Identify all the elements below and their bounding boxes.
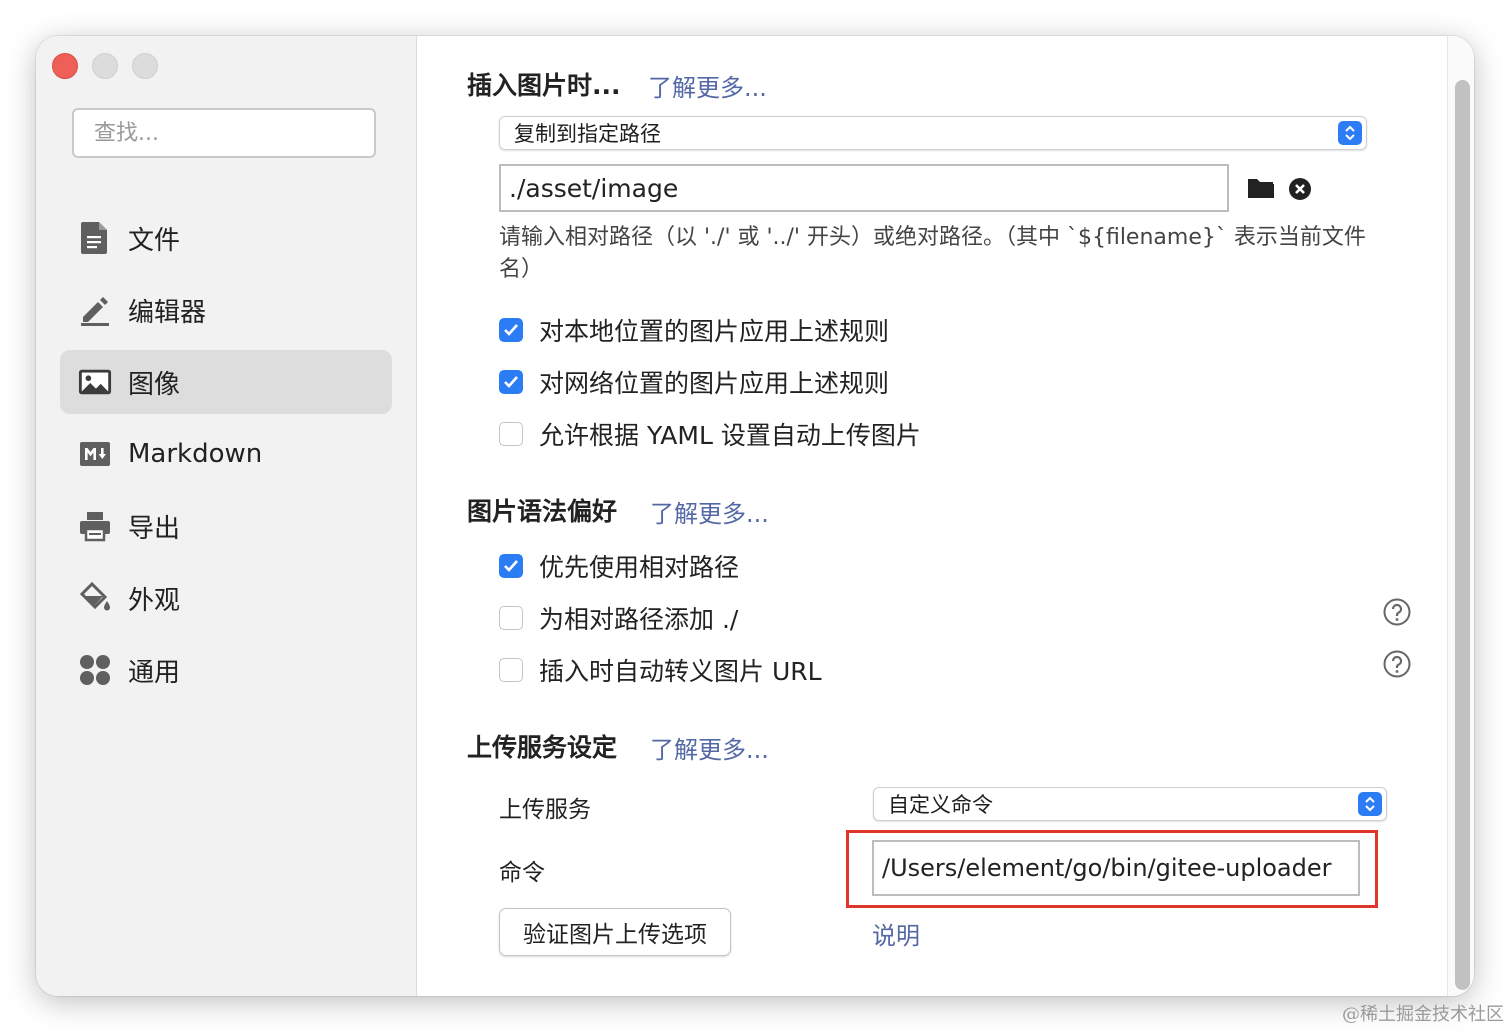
section-title-syntax: 图片语法偏好 — [467, 497, 618, 526]
section-title-upload: 上传服务设定 — [467, 733, 618, 762]
preferences-window: 文件 编辑器 图像 Markdown 导出 — [36, 36, 1474, 996]
markdown-icon — [78, 437, 112, 471]
checkbox-escape-url[interactable]: 插入时自动转义图片 URL — [499, 652, 822, 688]
sidebar-item-label: 文件 — [128, 225, 181, 256]
vertical-scrollbar[interactable] — [1447, 36, 1474, 996]
minimize-window-button[interactable] — [92, 53, 118, 79]
upload-service-value: 自定义命令 — [888, 793, 993, 817]
section-title-insert: 插入图片时... — [467, 71, 621, 100]
file-icon — [78, 221, 112, 255]
sidebar-item-markdown[interactable]: Markdown — [60, 422, 392, 486]
checkbox-checked-icon[interactable] — [499, 554, 523, 578]
insert-action-select[interactable]: 复制到指定路径 — [499, 116, 1367, 150]
sidebar-item-export[interactable]: 导出 — [60, 494, 392, 558]
checkbox-add-dot-slash[interactable]: 为相对路径添加 ./ — [499, 600, 738, 636]
chevron-updown-icon — [1358, 792, 1382, 816]
printer-icon — [78, 509, 112, 543]
help-circle-icon[interactable] — [1383, 650, 1411, 678]
clear-circle-icon[interactable] — [1288, 177, 1312, 205]
insert-action-value: 复制到指定路径 — [514, 122, 661, 146]
verify-upload-button[interactable]: 验证图片上传选项 — [499, 908, 731, 956]
sidebar-item-label: 通用 — [128, 657, 181, 688]
sidebar-item-label: 图像 — [128, 369, 181, 400]
explain-link[interactable]: 说明 — [872, 916, 920, 951]
grid-icon — [78, 653, 112, 687]
upload-service-label: 上传服务 — [499, 797, 591, 823]
upload-service-select[interactable]: 自定义命令 — [873, 787, 1387, 821]
pencil-icon — [78, 293, 112, 327]
checkbox-label: 优先使用相对路径 — [539, 553, 740, 582]
chevron-updown-icon — [1338, 121, 1362, 145]
checkbox-apply-network[interactable]: 对网络位置的图片应用上述规则 — [499, 364, 889, 400]
image-path-input[interactable]: ./asset/image — [499, 164, 1229, 212]
help-circle-icon[interactable] — [1383, 598, 1411, 626]
checkbox-yaml-upload[interactable]: 允许根据 YAML 设置自动上传图片 — [499, 416, 921, 452]
sidebar-item-label: 导出 — [128, 513, 181, 544]
watermark-text: @稀土掘金技术社区 — [1342, 1004, 1504, 1025]
sidebar-item-general[interactable]: 通用 — [60, 638, 392, 702]
folder-icon[interactable] — [1247, 176, 1275, 204]
maximize-window-button[interactable] — [132, 53, 158, 79]
checkbox-label: 插入时自动转义图片 URL — [539, 657, 822, 686]
sidebar-item-file[interactable]: 文件 — [60, 206, 392, 270]
sidebar-item-image[interactable]: 图像 — [60, 350, 392, 414]
image-path-value: ./asset/image — [509, 173, 679, 203]
sidebar-item-label: 外观 — [128, 585, 181, 616]
command-label: 命令 — [499, 860, 545, 886]
checkbox-checked-icon[interactable] — [499, 370, 523, 394]
checkbox-label: 对本地位置的图片应用上述规则 — [539, 317, 890, 346]
sidebar-item-editor[interactable]: 编辑器 — [60, 278, 392, 342]
checkbox-checked-icon[interactable] — [499, 318, 523, 342]
checkbox-unchecked-icon[interactable] — [499, 422, 523, 446]
path-hint-text: 请输入相对路径（以 './' 或 '../' 开头）或绝对路径。（其中 `${f… — [499, 225, 1366, 282]
checkbox-prefer-relative[interactable]: 优先使用相对路径 — [499, 548, 739, 584]
checkbox-label: 允许根据 YAML 设置自动上传图片 — [539, 421, 921, 450]
checkbox-label: 为相对路径添加 ./ — [539, 605, 739, 634]
checkbox-apply-local[interactable]: 对本地位置的图片应用上述规则 — [499, 312, 889, 348]
command-value: /Users/element/go/bin/gitee-uploader — [882, 854, 1332, 882]
search-input[interactable] — [72, 108, 376, 158]
command-input[interactable]: /Users/element/go/bin/gitee-uploader — [872, 840, 1360, 896]
main-panel: 插入图片时... 了解更多... 复制到指定路径 ./asset/image 请… — [417, 36, 1447, 996]
image-icon — [78, 365, 112, 399]
checkbox-unchecked-icon[interactable] — [499, 606, 523, 630]
learn-more-link-insert[interactable]: 了解更多... — [648, 68, 767, 103]
paint-bucket-icon — [78, 581, 112, 615]
sidebar-item-label: Markdown — [128, 439, 263, 469]
learn-more-link-upload[interactable]: 了解更多... — [650, 730, 769, 765]
checkbox-label: 对网络位置的图片应用上述规则 — [539, 369, 890, 398]
sidebar-item-label: 编辑器 — [128, 297, 207, 328]
scrollbar-thumb[interactable] — [1455, 80, 1470, 990]
learn-more-link-syntax[interactable]: 了解更多... — [650, 494, 769, 529]
checkbox-unchecked-icon[interactable] — [499, 658, 523, 682]
sidebar: 文件 编辑器 图像 Markdown 导出 — [36, 36, 417, 996]
close-window-button[interactable] — [52, 53, 78, 79]
sidebar-item-appearance[interactable]: 外观 — [60, 566, 392, 630]
